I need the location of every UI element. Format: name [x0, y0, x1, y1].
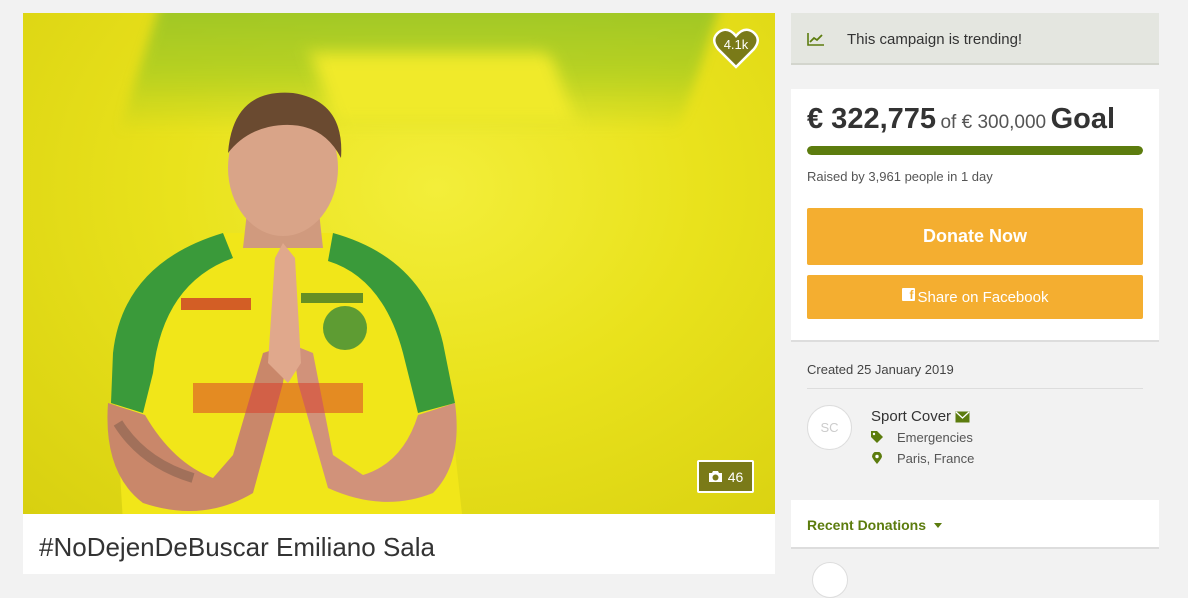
envelope-icon[interactable] [955, 411, 970, 423]
player-figure [107, 92, 462, 514]
organizer-name[interactable]: Sport Cover [871, 408, 951, 425]
share-facebook-label: Share on Facebook [917, 288, 1049, 306]
trending-text: This campaign is trending! [847, 31, 1023, 48]
raised-summary: € 322,775 of € 300,000 Goal [807, 103, 1115, 136]
location-label: Paris, France [897, 451, 975, 466]
progress-bar [807, 146, 1143, 155]
raised-amount: € 322,775 [807, 103, 937, 135]
caret-down-icon [934, 522, 943, 528]
organizer[interactable]: Sport Cover [871, 408, 970, 425]
goal-amount: of € 300,000 [940, 112, 1047, 133]
campaign-photo[interactable] [23, 13, 775, 514]
photo-gallery-button[interactable]: 46 [697, 460, 754, 493]
goal-label: Goal [1050, 103, 1116, 135]
avatar[interactable]: SC [807, 405, 852, 450]
category-label[interactable]: Emergencies [897, 430, 973, 445]
like-count: 4.1k [723, 37, 749, 52]
trending-banner: This campaign is trending! [791, 13, 1159, 65]
created-date: Created 25 January 2019 [807, 362, 954, 377]
campaign-title: #NoDejenDeBuscar Emiliano Sala [39, 532, 435, 562]
donor-avatar [812, 562, 848, 598]
progress-fill [807, 146, 1143, 155]
camera-icon [708, 471, 722, 482]
donate-button[interactable]: Donate Now [807, 208, 1143, 265]
raised-by-text: Raised by 3,961 people in 1 day [807, 169, 993, 184]
facebook-icon: f [901, 287, 915, 302]
share-facebook-button[interactable]: f Share on Facebook [807, 275, 1143, 319]
recent-donations-toggle[interactable]: Recent Donations [807, 517, 943, 533]
recent-donations-label: Recent Donations [807, 517, 927, 533]
map-marker-icon [872, 452, 882, 464]
chart-line-icon [807, 33, 824, 46]
divider [807, 388, 1143, 389]
tag-icon [871, 431, 883, 443]
recent-donations-card[interactable]: Recent Donations [791, 500, 1159, 549]
title-card: #NoDejenDeBuscar Emiliano Sala [23, 514, 775, 574]
funding-card: € 322,775 of € 300,000 Goal Raised by 3,… [791, 89, 1159, 342]
photo-count: 46 [727, 468, 744, 485]
